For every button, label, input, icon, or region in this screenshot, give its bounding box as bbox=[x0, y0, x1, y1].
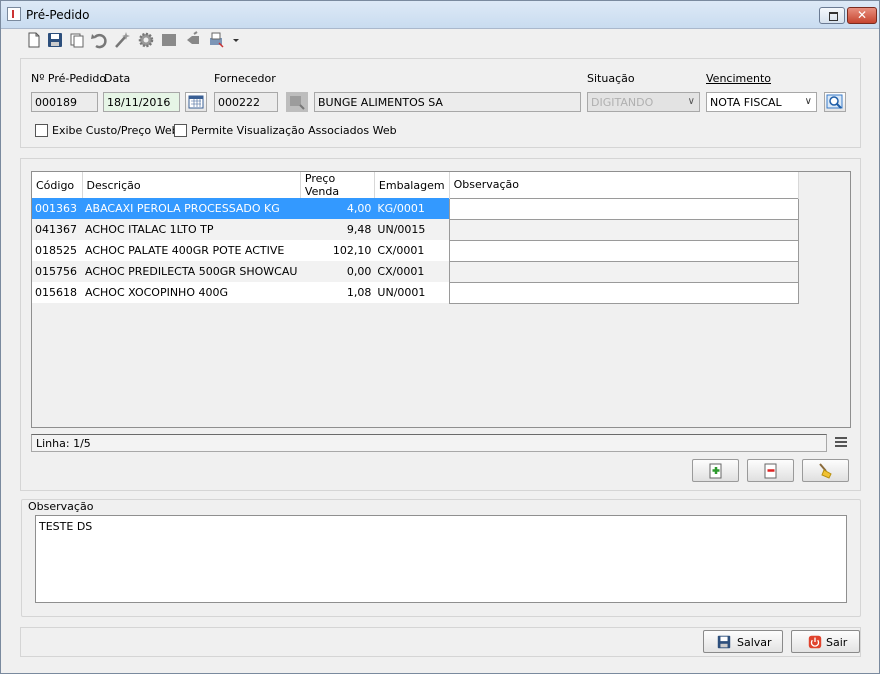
restore-button[interactable] bbox=[819, 7, 845, 24]
cell-descricao[interactable]: ACHOC PREDILECTA 500GR SHOWCAU bbox=[82, 261, 301, 282]
close-window-button[interactable]: ✕ bbox=[847, 7, 877, 24]
save-icon[interactable] bbox=[46, 31, 64, 49]
table-header-row: Código Descrição Preço Venda Embalagem O… bbox=[32, 172, 799, 198]
numero-label: Nº Pré-Pedido bbox=[31, 72, 107, 85]
situacao-select: DIGITANDO ∨ bbox=[587, 92, 700, 112]
items-table: Código Descrição Preço Venda Embalagem O… bbox=[32, 172, 799, 304]
observacao-textarea[interactable]: TESTE DS bbox=[35, 515, 847, 603]
vencimento-value: NOTA FISCAL bbox=[710, 96, 782, 109]
cell-codigo[interactable]: 015756 bbox=[32, 261, 82, 282]
cell-embalagem[interactable]: UN/0015 bbox=[374, 219, 450, 240]
cell-descricao[interactable]: ACHOC XOCOPINHO 400G bbox=[82, 282, 301, 303]
cell-preco[interactable]: 102,10 bbox=[300, 240, 375, 261]
title-bar: Pré-Pedido ✕ bbox=[1, 1, 879, 29]
salvar-button[interactable]: Salvar bbox=[703, 630, 783, 653]
observacao-label: Observação bbox=[26, 500, 96, 513]
data-field[interactable]: 18/11/2016 bbox=[103, 92, 180, 112]
cell-observacao-input[interactable] bbox=[448, 197, 799, 220]
vencimento-select[interactable]: NOTA FISCAL ∨ bbox=[706, 92, 817, 112]
delete-icon[interactable] bbox=[184, 31, 202, 49]
broom-icon bbox=[819, 463, 832, 479]
numero-field[interactable]: 000189 bbox=[31, 92, 98, 112]
chk-visualizacao-web[interactable] bbox=[174, 124, 187, 137]
print-dropdown-icon[interactable] bbox=[227, 31, 239, 49]
main-window: Pré-Pedido ✕ Nº Pré-Pedido Data Forneced… bbox=[0, 0, 880, 674]
clear-button[interactable] bbox=[802, 459, 849, 482]
cell-observacao-input[interactable] bbox=[448, 239, 799, 262]
sair-label: Sair bbox=[826, 636, 848, 649]
cell-preco[interactable]: 0,00 bbox=[300, 261, 375, 282]
cell-observacao-input[interactable] bbox=[448, 218, 799, 241]
cell-preco[interactable]: 4,00 bbox=[300, 198, 375, 219]
col-codigo[interactable]: Código bbox=[32, 172, 83, 198]
cell-preco[interactable]: 9,48 bbox=[300, 219, 375, 240]
situacao-value: DIGITANDO bbox=[591, 96, 654, 109]
gear-icon[interactable] bbox=[137, 31, 155, 49]
col-embalagem[interactable]: Embalagem bbox=[374, 172, 450, 198]
sair-button[interactable]: Sair bbox=[791, 630, 860, 653]
salvar-label: Salvar bbox=[737, 636, 772, 649]
cell-descricao[interactable]: ACHOC ITALAC 1LTO TP bbox=[82, 219, 301, 240]
grid-status-line: Linha: 1/5 bbox=[31, 434, 827, 452]
chk-visualizacao-label: Permite Visualização Associados Web bbox=[191, 124, 397, 137]
chk-custo-label: Exibe Custo/Preço Web bbox=[52, 124, 179, 137]
power-icon bbox=[808, 635, 822, 649]
remove-item-button[interactable] bbox=[747, 459, 794, 482]
cell-codigo[interactable]: 018525 bbox=[32, 240, 82, 261]
cell-preco[interactable]: 1,08 bbox=[300, 282, 375, 303]
cell-observacao-input[interactable] bbox=[448, 281, 799, 304]
cell-embalagem[interactable]: CX/0001 bbox=[374, 240, 450, 261]
java-app-icon bbox=[7, 7, 21, 21]
situacao-label: Situação bbox=[587, 72, 635, 85]
table-row[interactable]: 015756 ACHOC PREDILECTA 500GR SHOWCAU 0,… bbox=[32, 260, 799, 283]
table-row[interactable]: 018525 ACHOC PALATE 400GR POTE ACTIVE 10… bbox=[32, 239, 799, 262]
fornecedor-name-field[interactable]: BUNGE ALIMENTOS SA bbox=[314, 92, 581, 112]
cell-embalagem[interactable]: UN/0001 bbox=[374, 282, 450, 303]
stop-icon[interactable] bbox=[160, 31, 178, 49]
table-row[interactable]: 001363 ABACAXI PEROLA PROCESSADO KG 4,00… bbox=[32, 197, 799, 220]
copy-icon[interactable] bbox=[68, 31, 86, 49]
search-icon bbox=[290, 96, 305, 110]
cell-observacao-input[interactable] bbox=[448, 260, 799, 283]
cell-embalagem[interactable]: CX/0001 bbox=[374, 261, 450, 282]
wand-icon[interactable] bbox=[113, 31, 131, 49]
col-preco-venda[interactable]: Preço Venda bbox=[300, 172, 375, 198]
calendar-icon bbox=[188, 95, 204, 109]
chevron-down-icon: ∨ bbox=[687, 96, 695, 107]
chk-custo-preco-web[interactable] bbox=[35, 124, 48, 137]
cell-descricao[interactable]: ABACAXI PEROLA PROCESSADO KG bbox=[82, 198, 301, 219]
window-title: Pré-Pedido bbox=[26, 8, 90, 22]
fornecedor-search-button[interactable] bbox=[286, 92, 308, 112]
new-doc-icon[interactable] bbox=[25, 31, 43, 49]
fornecedor-label: Fornecedor bbox=[214, 72, 276, 85]
vencimento-label: Vencimento bbox=[706, 72, 772, 85]
chevron-down-icon: ∨ bbox=[804, 96, 812, 107]
table-row[interactable]: 041367 ACHOC ITALAC 1LTO TP 9,48 UN/0015 bbox=[32, 218, 799, 241]
data-label: Data bbox=[104, 72, 131, 85]
fornecedor-code-field[interactable]: 000222 bbox=[214, 92, 278, 112]
print-icon[interactable] bbox=[207, 31, 225, 49]
cell-codigo[interactable]: 041367 bbox=[32, 219, 82, 240]
remove-doc-icon bbox=[764, 463, 777, 479]
cell-descricao[interactable]: ACHOC PALATE 400GR POTE ACTIVE bbox=[82, 240, 301, 261]
cell-codigo[interactable]: 015618 bbox=[32, 282, 82, 303]
calendar-button[interactable] bbox=[185, 92, 207, 112]
save-icon bbox=[717, 635, 731, 649]
cell-embalagem[interactable]: KG/0001 bbox=[374, 198, 450, 219]
table-row[interactable]: 015618 ACHOC XOCOPINHO 400G 1,08 UN/0001 bbox=[32, 281, 799, 304]
add-doc-icon bbox=[709, 463, 722, 479]
column-menu-icon[interactable] bbox=[835, 437, 847, 449]
undo-icon[interactable] bbox=[90, 31, 108, 49]
cell-codigo[interactable]: 001363 bbox=[32, 198, 82, 219]
col-observacao[interactable]: Observação bbox=[449, 172, 799, 198]
col-descricao[interactable]: Descrição bbox=[82, 172, 301, 198]
add-item-button[interactable] bbox=[692, 459, 739, 482]
magnifier-icon bbox=[826, 94, 843, 109]
vencimento-search-button[interactable] bbox=[824, 92, 846, 112]
